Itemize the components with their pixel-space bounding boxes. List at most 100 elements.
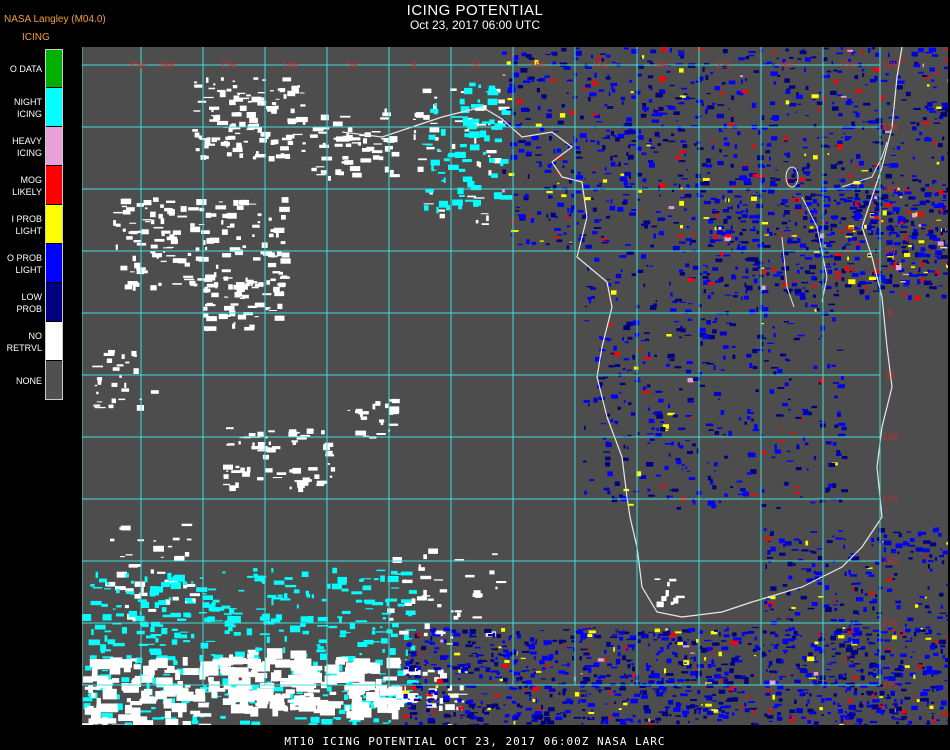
cloud-pixel — [583, 184, 590, 189]
cloud-pixel — [675, 97, 682, 100]
cloud-pixel — [226, 212, 237, 219]
cloud-pixel — [594, 166, 597, 169]
cloud-pixel — [946, 542, 950, 545]
cloud-pixel — [371, 131, 381, 133]
cloud-pixel — [741, 252, 744, 254]
cloud-pixel — [585, 138, 588, 143]
cloud-pixel — [860, 49, 863, 54]
cloud-pixel — [900, 660, 904, 664]
cloud-pixel — [610, 161, 616, 167]
cloud-pixel — [941, 294, 947, 299]
cloud-pixel — [741, 690, 745, 694]
cloud-pixel — [270, 229, 275, 233]
cloud-pixel — [542, 661, 545, 664]
cloud-pixel — [672, 695, 677, 697]
cloud-pixel — [724, 294, 732, 296]
cloud-pixel — [453, 712, 456, 717]
cloud-pixel — [411, 655, 414, 657]
cloud-pixel — [646, 143, 652, 145]
cloud-pixel — [946, 261, 950, 266]
cloud-pixel — [279, 276, 290, 279]
cloud-pixel — [777, 685, 784, 690]
cloud-pixel — [392, 623, 399, 628]
cloud-pixel — [793, 630, 798, 635]
latitude-label: 10S — [882, 433, 898, 443]
cloud-pixel — [599, 690, 601, 693]
cloud-pixel — [678, 233, 683, 238]
cloud-pixel — [834, 199, 837, 202]
cloud-pixel — [267, 594, 277, 598]
cloud-pixel — [666, 644, 670, 650]
cloud-pixel — [607, 490, 611, 495]
cloud-pixel — [711, 659, 715, 665]
cloud-pixel — [821, 144, 829, 148]
cloud-pixel — [418, 567, 425, 571]
cloud-pixel — [257, 477, 264, 481]
cloud-pixel — [475, 219, 479, 224]
cloud-pixel — [592, 113, 598, 116]
cloud-pixel — [853, 211, 857, 213]
cloud-pixel — [706, 92, 711, 95]
cloud-pixel — [611, 394, 618, 399]
cloud-pixel — [881, 265, 888, 267]
cloud-pixel — [320, 653, 327, 660]
cloud-pixel — [912, 156, 915, 160]
cloud-pixel — [741, 228, 747, 232]
latitude-label: 25S — [882, 619, 898, 629]
cloud-pixel — [496, 707, 501, 710]
cloud-pixel — [793, 279, 797, 282]
cloud-pixel — [678, 388, 683, 391]
cloud-pixel — [551, 677, 555, 682]
cloud-pixel — [845, 689, 847, 693]
cloud-pixel — [617, 652, 621, 657]
cloud-pixel — [744, 295, 749, 300]
cloud-pixel — [718, 500, 722, 504]
cloud-pixel — [622, 457, 629, 461]
cloud-pixel — [680, 325, 683, 329]
cloud-pixel — [723, 433, 726, 436]
cloud-pixel — [374, 688, 380, 699]
cloud-pixel — [373, 143, 382, 145]
cloud-pixel — [774, 233, 777, 236]
cloud-pixel — [153, 586, 164, 593]
cloud-pixel — [153, 226, 164, 229]
cloud-pixel — [884, 540, 892, 546]
cloud-pixel — [604, 719, 609, 724]
cloud-pixel — [229, 609, 235, 614]
cloud-pixel — [836, 94, 843, 97]
cloud-pixel — [770, 644, 774, 646]
cloud-pixel — [662, 687, 667, 692]
cloud-pixel — [235, 465, 240, 469]
cloud-pixel — [376, 631, 386, 633]
cloud-pixel — [903, 250, 908, 254]
cloud-pixel — [787, 398, 791, 401]
cloud-pixel — [812, 680, 817, 684]
cloud-pixel — [714, 391, 722, 396]
cloud-pixel — [184, 552, 190, 557]
cloud-pixel — [724, 234, 733, 238]
cloud-pixel — [816, 308, 820, 312]
cloud-pixel — [838, 113, 843, 117]
cloud-pixel — [482, 709, 485, 714]
cloud-pixel — [690, 699, 697, 702]
cloud-pixel — [236, 92, 246, 95]
cloud-pixel — [570, 110, 575, 116]
cloud-pixel — [405, 610, 416, 615]
cloud-pixel — [186, 601, 195, 604]
cloud-pixel — [818, 638, 825, 641]
cloud-pixel — [622, 368, 626, 370]
cloud-pixel — [275, 614, 282, 620]
cloud-pixel — [552, 639, 557, 642]
cloud-pixel — [202, 306, 208, 311]
cloud-pixel — [821, 714, 824, 716]
cloud-pixel — [734, 674, 741, 679]
cloud-pixel — [610, 666, 618, 669]
cloud-pixel — [125, 704, 132, 714]
cloud-pixel — [881, 208, 888, 210]
cloud-pixel — [880, 79, 888, 82]
cloud-pixel — [809, 550, 814, 553]
cloud-pixel — [850, 184, 857, 187]
cloud-pixel — [800, 634, 802, 637]
cloud-pixel — [694, 115, 702, 118]
cloud-pixel — [548, 707, 555, 712]
